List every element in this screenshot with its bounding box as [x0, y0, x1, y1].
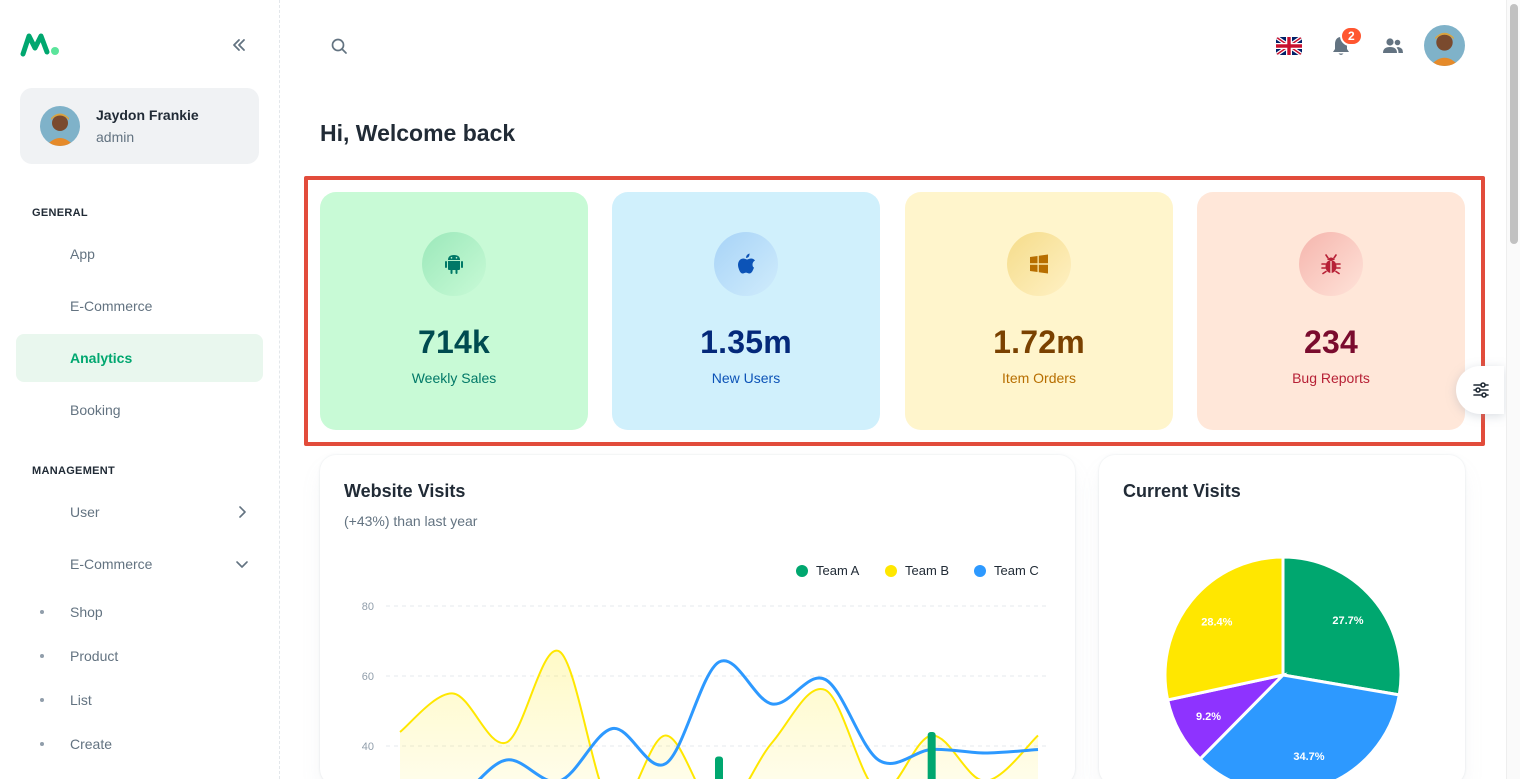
stat-card-bug-reports: 234 Bug Reports [1197, 192, 1465, 430]
page-title: Hi, Welcome back [320, 120, 516, 146]
pie-slice-label: 28.4% [1201, 617, 1232, 629]
stat-value: 1.72m [993, 324, 1085, 360]
sliders-icon [1473, 382, 1489, 398]
page-scrollbar[interactable] [1506, 0, 1520, 779]
pie-slice-label: 27.7% [1332, 615, 1363, 627]
stat-card-weekly-sales: 714k Weekly Sales [320, 192, 588, 430]
avatar [40, 106, 80, 146]
sidebar-subitem-product[interactable]: Product [16, 636, 263, 676]
website-visits-chart: 40 60 80 [362, 601, 1046, 779]
sidebar-subitem-create[interactable]: Create [16, 724, 263, 764]
sidebar-item-label: E-Commerce [70, 556, 153, 572]
account-card[interactable]: Jaydon Frankie admin [20, 88, 259, 164]
bar-team-a [927, 732, 936, 779]
stat-value: 234 [1304, 324, 1358, 360]
stat-label: New Users [711, 370, 781, 386]
sidebar-item-label: E-Commerce [70, 298, 153, 314]
sidebar-subitem-shop[interactable]: Shop [16, 592, 263, 632]
current-visits-card: Current Visits 27.7% 34.7% 9.2% 28.4% [1099, 455, 1465, 779]
stat-card-new-users: 1.35m New Users [612, 192, 880, 430]
website-visits-card: Website Visits (+43%) than last year Tea… [320, 455, 1075, 779]
settings-button[interactable] [1456, 366, 1504, 414]
stat-label: Item Orders [1002, 370, 1076, 386]
sidebar-item-app[interactable]: App [16, 230, 263, 278]
contacts-icon[interactable] [1381, 34, 1405, 58]
logo-icon[interactable] [20, 30, 60, 58]
collapse-sidebar-button[interactable] [226, 32, 252, 58]
sidebar-item-ecommerce[interactable]: E-Commerce [16, 282, 263, 330]
search-button[interactable] [326, 33, 352, 59]
bug-icon [1299, 232, 1363, 296]
notification-badge: 2 [1340, 26, 1363, 46]
sidebar-item-user[interactable]: User [16, 488, 263, 536]
sidebar-item-label: User [70, 504, 100, 520]
chevron-right-icon [239, 506, 246, 518]
user-avatar-button[interactable] [1424, 25, 1465, 66]
sidebar-item-analytics[interactable]: Analytics [16, 334, 263, 382]
bullet-dot-icon [40, 698, 44, 702]
current-visits-chart: 27.7% 34.7% 9.2% 28.4% [1163, 555, 1403, 779]
scrollbar-thumb[interactable] [1510, 4, 1518, 244]
sidebar-item-label: Booking [70, 402, 121, 418]
bullet-dot-icon [40, 742, 44, 746]
account-role: admin [96, 129, 135, 145]
y-tick-label: 80 [362, 601, 374, 613]
bullet-dot-icon [40, 654, 44, 658]
account-name: Jaydon Frankie [96, 107, 199, 123]
android-icon [422, 232, 486, 296]
pie-slice-label: 9.2% [1196, 711, 1221, 723]
avatar [1424, 25, 1465, 66]
chevron-down-icon [236, 561, 248, 568]
stat-value: 1.35m [700, 324, 792, 360]
sidebar-item-booking[interactable]: Booking [16, 386, 263, 434]
section-title-general: GENERAL [32, 207, 88, 219]
stat-value: 714k [418, 324, 490, 360]
uk-flag-icon[interactable] [1276, 37, 1302, 55]
sidebar-item-label: App [70, 246, 95, 262]
y-tick-label: 60 [362, 671, 374, 683]
sidebar-subitem-label: Shop [70, 604, 103, 620]
stat-card-item-orders: 1.72m Item Orders [905, 192, 1173, 430]
stat-label: Bug Reports [1292, 370, 1370, 386]
bar-team-a [715, 756, 723, 779]
sidebar-subitem-label: Create [70, 736, 113, 752]
section-title-management: MANAGEMENT [32, 465, 116, 477]
sidebar-subitem-label: List [70, 692, 92, 708]
apple-icon [714, 232, 778, 296]
sidebar-subitem-label: Product [70, 648, 119, 664]
y-tick-label: 40 [362, 741, 374, 753]
bullet-dot-icon [40, 610, 44, 614]
sidebar-item-label: Analytics [70, 350, 133, 366]
windows-icon [1007, 232, 1071, 296]
search-icon [331, 38, 347, 54]
sidebar: Jaydon Frankie admin GENERAL App E-Comme… [0, 0, 280, 779]
double-chevron-left-icon [233, 39, 245, 51]
sidebar-subitem-list[interactable]: List [16, 680, 263, 720]
sidebar-item-management-ecommerce[interactable]: E-Commerce [16, 540, 263, 588]
stat-label: Weekly Sales [411, 370, 497, 386]
pie-slice-label: 34.7% [1293, 751, 1324, 763]
